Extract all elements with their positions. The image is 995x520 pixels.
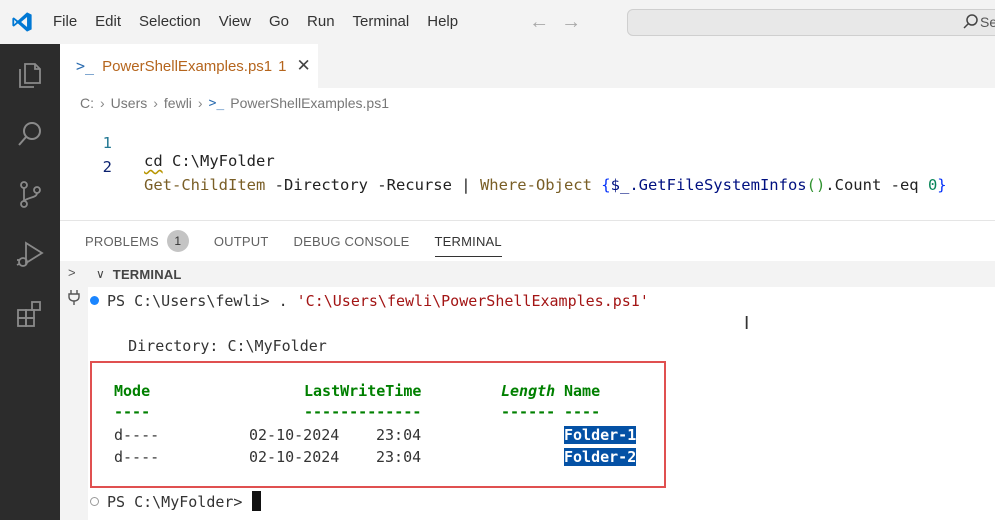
menu-edit[interactable]: Edit: [86, 0, 130, 44]
activity-bar: [0, 44, 60, 520]
navigation-arrows: ← →: [523, 11, 587, 34]
terminal-section-title: TERMINAL: [112, 266, 182, 282]
editor: >_ PowerShellExamples.ps1 1 ✕ C: › Users…: [60, 44, 995, 220]
text-cursor-icon: I: [744, 313, 750, 334]
code-token-variable: $_: [610, 176, 630, 194]
source-control-icon[interactable]: [14, 178, 46, 210]
code-token-number: 0: [927, 176, 938, 194]
terminal-cursor: [251, 491, 261, 511]
extensions-icon[interactable]: [14, 298, 46, 330]
search-text: Se: [980, 14, 995, 30]
close-icon[interactable]: ✕: [297, 56, 311, 76]
code-token-parameters: -Directory -Recurse |: [265, 176, 480, 194]
chevron-right-icon[interactable]: >: [68, 265, 76, 280]
terminal-prompt: PS C:\MyFolder>: [107, 493, 252, 511]
menu-go[interactable]: Go: [260, 0, 298, 44]
breadcrumb: C: › Users › fewli › >_ PowerShellExampl…: [80, 94, 389, 112]
command-success-dot-icon[interactable]: [90, 296, 99, 305]
forward-arrow-icon[interactable]: →: [555, 11, 587, 34]
chevron-right-icon: ›: [153, 95, 158, 111]
plug-icon[interactable]: [67, 289, 81, 308]
run-debug-icon[interactable]: [14, 238, 46, 270]
terminal-command-line: PS C:\Users\fewli> . 'C:\Users\fewli\Pow…: [90, 292, 649, 310]
code-token-brace: {: [601, 176, 611, 194]
tab-debug-console[interactable]: DEBUG CONSOLE: [294, 221, 410, 261]
code-line-2[interactable]: 2 Get-ChildItem -Directory -Recurse | Wh…: [60, 140, 995, 194]
chevron-right-icon: ›: [100, 95, 105, 111]
breadcrumb-user[interactable]: fewli: [164, 95, 192, 111]
back-arrow-icon[interactable]: ←: [523, 11, 555, 34]
menu-help[interactable]: Help: [418, 0, 467, 44]
code-token-parens: (): [806, 176, 826, 194]
code-token-cmdlet: Where-Object: [479, 176, 592, 194]
code-token-member: .Count -eq: [825, 176, 928, 194]
powershell-file-icon: >_: [76, 57, 95, 75]
command-pending-dot-icon[interactable]: [90, 497, 99, 506]
powershell-file-icon: >_: [208, 95, 225, 111]
command-center-search[interactable]: Se: [627, 9, 995, 36]
explorer-icon[interactable]: [14, 58, 46, 90]
chevron-down-icon: ∨: [96, 267, 105, 281]
script-path: 'C:\Users\fewli\PowerShellExamples.ps1': [296, 292, 649, 310]
search-icon: [962, 13, 980, 36]
menu-bar: File Edit Selection View Go Run Terminal…: [44, 0, 467, 44]
menu-run[interactable]: Run: [298, 0, 344, 44]
terminal-prompt: PS C:\Users\fewli> .: [107, 292, 297, 310]
tab-problems-label: PROBLEMS: [85, 233, 159, 249]
menu-terminal[interactable]: Terminal: [344, 0, 419, 44]
panel-side-gutter: >: [60, 261, 88, 520]
code-token-cmdlet: Get-ChildItem: [144, 176, 266, 194]
code-line-1[interactable]: 1 cd C:\MyFolder: [60, 116, 995, 170]
code-text: Get-ChildItem -Directory -Recurse | Wher…: [144, 176, 947, 194]
tab-problem-count: 1: [278, 57, 287, 75]
breadcrumb-drive[interactable]: C:: [80, 95, 94, 111]
code-token-brace: }: [937, 176, 947, 194]
breadcrumb-users[interactable]: Users: [111, 95, 148, 111]
terminal-section-header[interactable]: ∨ TERMINAL: [88, 261, 995, 287]
search-sidebar-icon[interactable]: [14, 118, 46, 150]
tab-terminal[interactable]: TERMINAL: [434, 221, 503, 261]
line-number: 2: [102, 158, 112, 176]
panel-tabs: PROBLEMS 1 OUTPUT DEBUG CONSOLE TERMINAL: [60, 221, 995, 261]
highlight-box: [90, 361, 666, 488]
tab-output[interactable]: OUTPUT: [214, 221, 269, 261]
tab-problems[interactable]: PROBLEMS 1: [85, 221, 189, 261]
chevron-right-icon: ›: [197, 95, 203, 111]
title-bar: File Edit Selection View Go Run Terminal…: [0, 0, 995, 44]
breadcrumb-file[interactable]: PowerShellExamples.ps1: [230, 95, 389, 111]
code-token-member: .GetFileSystemInfos: [629, 176, 807, 194]
menu-file[interactable]: File: [44, 0, 86, 44]
menu-selection[interactable]: Selection: [130, 0, 210, 44]
problems-badge: 1: [166, 230, 189, 252]
menu-view[interactable]: View: [210, 0, 260, 44]
vscode-logo-icon: [0, 0, 44, 44]
tab-label: PowerShellExamples.ps1: [102, 57, 273, 75]
tab-powershell-examples[interactable]: >_ PowerShellExamples.ps1 1 ✕: [60, 44, 318, 88]
editor-tab-bar: >_ PowerShellExamples.ps1 1 ✕: [60, 44, 995, 88]
directory-line: Directory: C:\MyFolder: [92, 337, 327, 355]
terminal-prompt-line: PS C:\MyFolder>: [90, 491, 261, 511]
